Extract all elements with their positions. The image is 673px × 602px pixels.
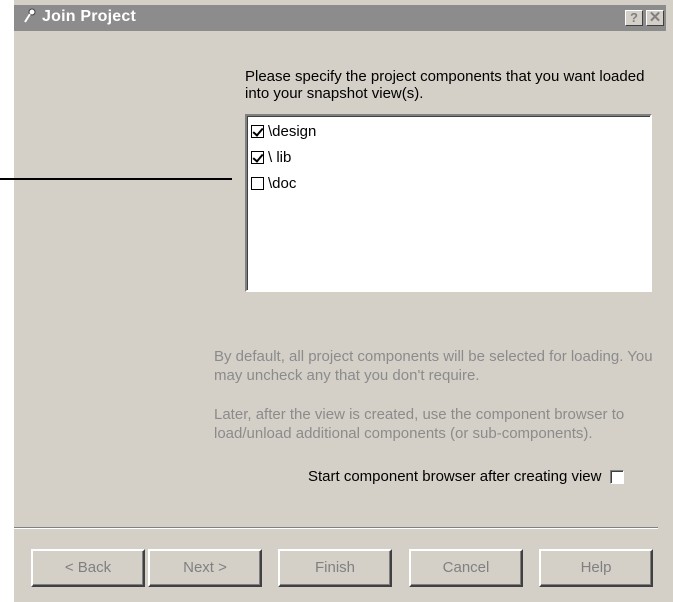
callout-line [0, 178, 232, 180]
component-label: \doc [268, 174, 297, 192]
component-checkbox-doc[interactable] [251, 176, 264, 190]
join-project-dialog: Join Project ? ✕ Please specify the proj… [14, 0, 673, 602]
window-title: Join Project [42, 8, 136, 25]
component-label: \ lib [268, 148, 292, 166]
components-prompt: Please specify the project components th… [245, 68, 645, 102]
component-item-design[interactable]: \design [251, 122, 316, 140]
title-bar[interactable]: Join Project ? ✕ [14, 5, 666, 31]
component-checkbox-design[interactable] [251, 124, 264, 138]
back-button[interactable]: < Back [31, 549, 145, 587]
close-icon: ✕ [648, 9, 662, 26]
help-button[interactable]: Help [539, 549, 653, 587]
component-item-doc[interactable]: \doc [251, 174, 296, 192]
wizard-pin-icon [23, 8, 37, 24]
components-listbox[interactable]: \design \ lib \doc [245, 114, 652, 292]
question-icon: ? [630, 10, 638, 25]
cancel-button[interactable]: Cancel [409, 549, 523, 587]
start-browser-checkbox[interactable] [610, 469, 625, 484]
start-browser-option[interactable]: Start component browser after creating v… [308, 468, 625, 485]
close-title-button[interactable]: ✕ [646, 10, 664, 26]
start-browser-label: Start component browser after creating v… [308, 468, 602, 485]
component-checkbox-lib[interactable] [251, 150, 264, 164]
help-title-button[interactable]: ? [625, 10, 643, 26]
next-button[interactable]: Next > [148, 549, 262, 587]
default-selection-info: By default, all project components will … [214, 348, 653, 384]
component-item-lib[interactable]: \ lib [251, 148, 291, 166]
button-separator [14, 527, 658, 529]
component-label: \design [268, 122, 317, 140]
finish-button[interactable]: Finish [278, 549, 392, 587]
component-browser-info: Later, after the view is created, use th… [214, 406, 625, 442]
